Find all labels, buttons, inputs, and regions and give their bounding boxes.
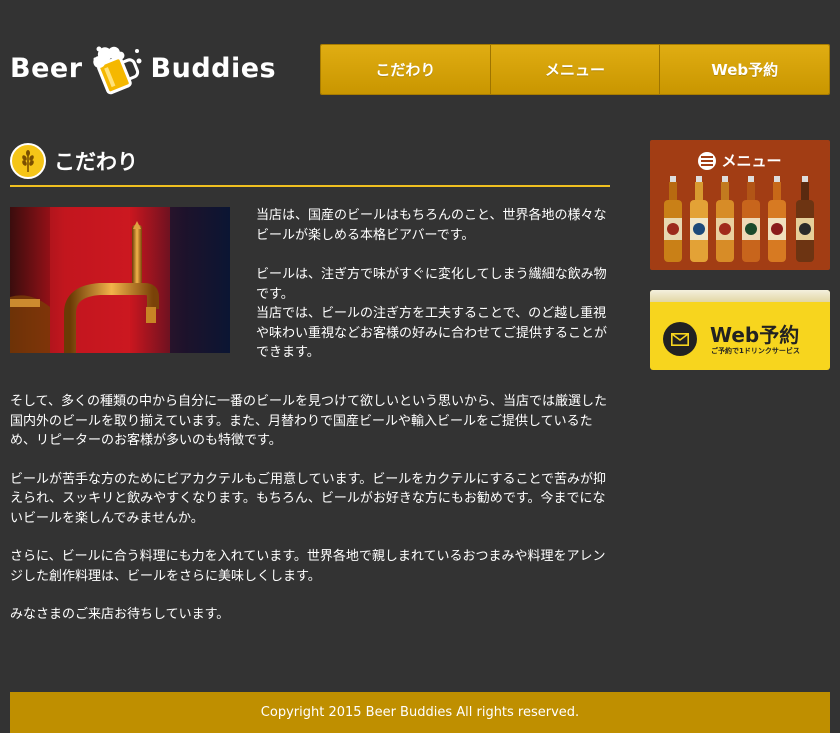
menu-banner[interactable]: メニュー	[650, 140, 830, 270]
web-reservation-banner[interactable]: Web予約 ご予約で1ドリンクサービス	[650, 290, 830, 370]
body-paragraph: ビールが苦手な方のためにビアカクテルもご用意しています。ビールをカクテルにするこ…	[10, 471, 607, 526]
nav-item-menu[interactable]: メニュー	[490, 45, 661, 94]
wheat-icon	[10, 143, 46, 179]
beer-tap-photo	[10, 207, 230, 353]
nav-item-web-reservation[interactable]: Web予約	[660, 45, 829, 94]
main-nav: こだわり メニュー Web予約	[320, 44, 830, 95]
envelope-icon	[663, 322, 697, 356]
intro-paragraph: 当店は、国産のビールはもちろんのこと、世界各地の様々なビールが楽しめる本格ビアバ…	[256, 208, 607, 243]
web-banner-title: Web予約	[710, 323, 800, 347]
copyright-text: Copyright 2015 Beer Buddies All rights r…	[260, 705, 580, 720]
menu-banner-title: メニュー	[650, 150, 830, 171]
beer-foam-strip	[650, 290, 830, 302]
logo-word-right: Buddies	[150, 52, 277, 84]
web-banner-subtitle: ご予約で1ドリンクサービス	[711, 347, 800, 355]
body-paragraph: みなさまのご来店お待ちしています。	[10, 607, 230, 622]
footer: Copyright 2015 Beer Buddies All rights r…	[10, 692, 830, 733]
section-heading: こだわり	[10, 143, 610, 187]
menu-lines-icon	[698, 151, 717, 170]
body-paragraph: そして、多くの種類の中から自分に一番のビールを見つけて欲しいという思いから、当店…	[10, 394, 607, 448]
intro-text: 当店は、国産のビールはもちろんのこと、世界各地の様々なビールが楽しめる本格ビアバ…	[256, 206, 612, 383]
site-logo[interactable]: Beer Buddies	[10, 38, 276, 98]
body-paragraph: さらに、ビールに合う料理にも力を入れています。世界各地で親しまれているおつまみや…	[10, 549, 606, 584]
menu-banner-label: メニュー	[721, 152, 782, 170]
beer-bottles-image	[664, 176, 814, 262]
intro-paragraph: ビールは、注ぎ方で味がすぐに変化してしまう繊細な飲み物です。 当店では、ビールの…	[256, 267, 608, 360]
body-text: そして、多くの種類の中から自分に一番のビールを見つけて欲しいという思いから、当店…	[10, 392, 610, 644]
nav-item-kodawari[interactable]: こだわり	[321, 45, 491, 94]
logo-word-left: Beer	[10, 52, 83, 84]
page-title: こだわり	[54, 150, 138, 174]
beer-mug-icon	[89, 39, 145, 97]
